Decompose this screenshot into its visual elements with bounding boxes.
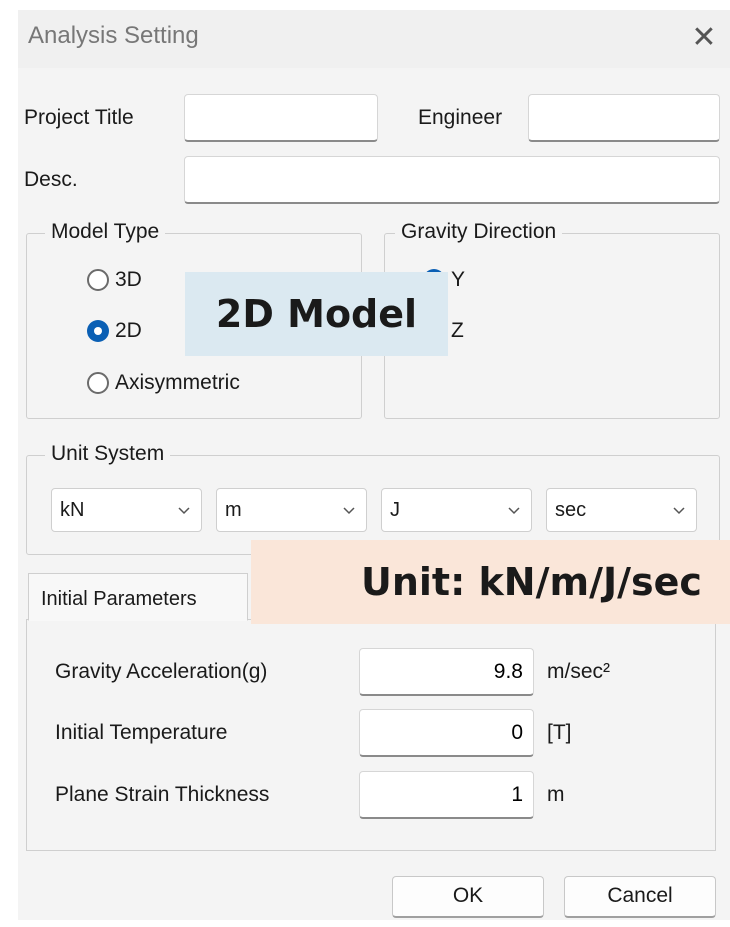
chevron-down-icon [673, 507, 685, 515]
plane-strain-thickness-unit: m [547, 783, 565, 806]
radio-2d-label: 2D [115, 319, 142, 342]
gravity-direction-legend: Gravity Direction [395, 220, 563, 244]
gravity-acceleration-input[interactable] [359, 648, 534, 696]
title-bar: Analysis Setting ✕ [18, 10, 730, 68]
plane-strain-thickness-label: Plane Strain Thickness [55, 783, 270, 806]
radio-2d-indicator [87, 320, 109, 342]
initial-temperature-unit: [T] [547, 721, 572, 744]
engineer-input[interactable] [528, 94, 720, 142]
gravity-acceleration-unit: m/sec² [547, 660, 610, 683]
project-title-input[interactable] [184, 94, 378, 142]
unit-system-legend: Unit System [45, 442, 171, 466]
model-type-callout: 2D Model [185, 272, 448, 356]
time-unit-select[interactable]: sec [546, 488, 697, 532]
initial-parameters-panel: Gravity Acceleration(g) m/sec² Initial T… [26, 619, 716, 851]
desc-input[interactable] [184, 156, 720, 204]
radio-3d-label: 3D [115, 268, 142, 291]
chevron-down-icon [508, 507, 520, 515]
tab-initial-parameters-label: Initial Parameters [41, 588, 197, 610]
close-icon[interactable]: ✕ [686, 20, 722, 56]
chevron-down-icon [178, 507, 190, 515]
radio-y-label: Y [451, 268, 466, 291]
model-type-axisymmetric-radio[interactable]: Axisymmetric [87, 371, 240, 395]
model-type-legend: Model Type [45, 220, 166, 244]
dialog-title: Analysis Setting [28, 22, 199, 49]
initial-temperature-label: Initial Temperature [55, 721, 228, 744]
length-unit-value: m [225, 499, 242, 521]
gravity-acceleration-label: Gravity Acceleration(g) [55, 660, 268, 683]
time-unit-value: sec [555, 499, 587, 521]
engineer-label: Engineer [418, 106, 503, 129]
force-unit-select[interactable]: kN [51, 488, 202, 532]
plane-strain-thickness-input[interactable] [359, 771, 534, 819]
model-type-3d-radio[interactable]: 3D [87, 268, 142, 292]
chevron-down-icon [343, 507, 355, 515]
ok-button[interactable]: OK [392, 876, 544, 918]
analysis-setting-dialog: Analysis Setting ✕ Project Title Enginee… [18, 10, 730, 920]
desc-label: Desc. [24, 168, 78, 191]
energy-unit-select[interactable]: J [381, 488, 532, 532]
radio-z-label: Z [451, 319, 464, 342]
radio-3d-indicator [87, 269, 109, 291]
initial-temperature-input[interactable] [359, 709, 534, 757]
tab-initial-parameters[interactable]: Initial Parameters [28, 573, 248, 621]
radio-axisymmetric-label: Axisymmetric [115, 371, 240, 394]
energy-unit-value: J [390, 499, 400, 521]
length-unit-select[interactable]: m [216, 488, 367, 532]
project-title-label: Project Title [24, 106, 134, 129]
force-unit-value: kN [60, 499, 85, 521]
radio-axisymmetric-indicator [87, 372, 109, 394]
cancel-button[interactable]: Cancel [564, 876, 716, 918]
unit-system-callout: Unit: kN/m/J/sec [251, 540, 730, 624]
model-type-2d-radio[interactable]: 2D [87, 319, 142, 343]
